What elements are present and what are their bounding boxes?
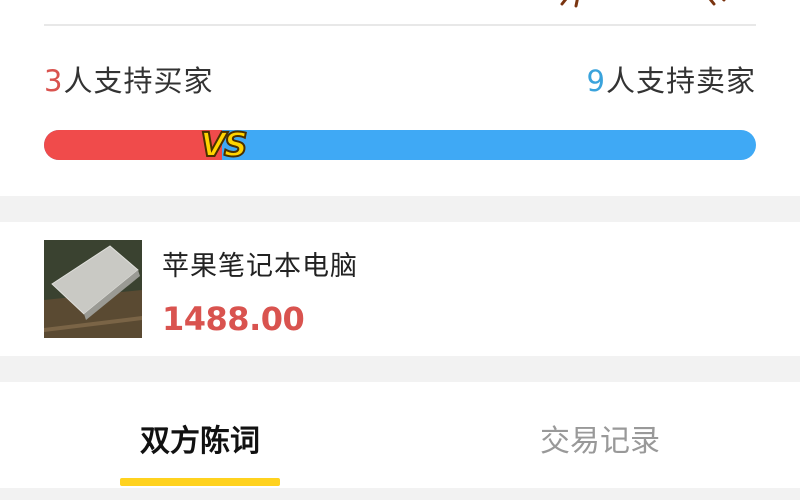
laptop-photo-icon	[44, 240, 142, 338]
tab-transaction-records[interactable]: 交易记录	[480, 416, 720, 460]
mascot-illustration	[560, 0, 726, 8]
buyer-support-count: 3	[44, 64, 64, 98]
section-divider	[0, 356, 800, 382]
product-title[interactable]: 苹果笔记本电脑	[162, 244, 358, 283]
vote-ratio-bar	[44, 130, 756, 160]
product-image[interactable]	[44, 240, 142, 338]
seller-support: 9人支持卖家	[587, 58, 756, 100]
top-divider	[44, 24, 756, 26]
section-divider	[0, 196, 800, 222]
tab-statements[interactable]: 双方陈词	[80, 416, 320, 460]
seller-support-label: 人支持卖家	[605, 64, 756, 98]
seller-support-count: 9	[586, 64, 606, 98]
product-price: 1488.00	[162, 300, 305, 338]
active-tab-indicator	[120, 478, 280, 486]
vote-counts: 3人支持买家 9人支持卖家	[44, 58, 756, 98]
buyer-support-label: 人支持买家	[63, 64, 214, 98]
buyer-support: 3人支持买家	[44, 58, 213, 100]
vs-badge: VS	[199, 124, 248, 165]
bottom-divider	[0, 488, 800, 500]
